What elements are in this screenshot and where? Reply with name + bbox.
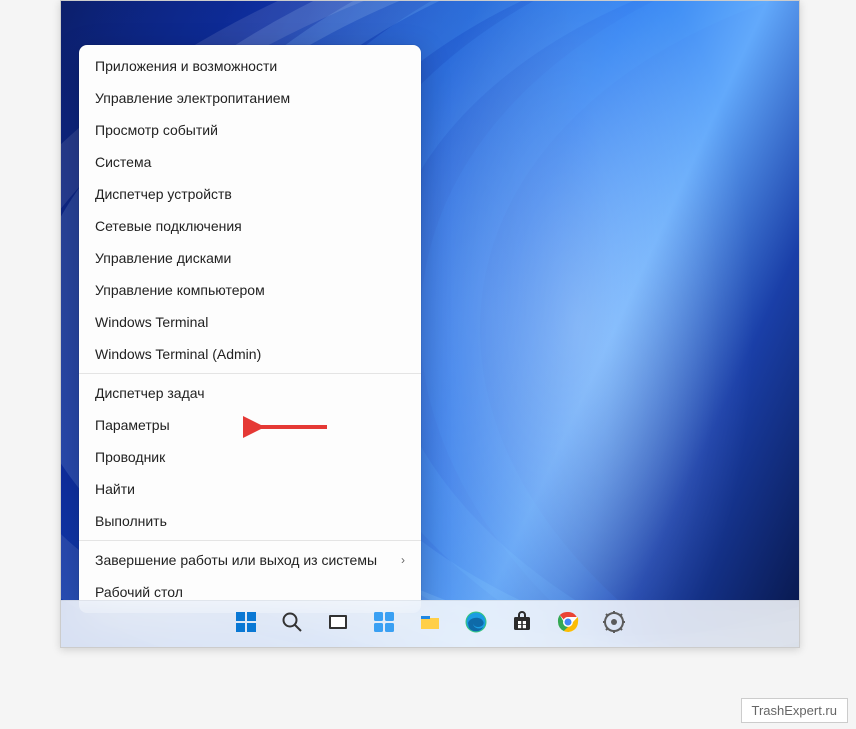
menu-item[interactable]: Система — [79, 146, 421, 178]
menu-item-label: Выполнить — [95, 513, 167, 529]
task-view-button[interactable] — [318, 604, 358, 644]
menu-item-label: Управление компьютером — [95, 282, 265, 298]
store-button[interactable] — [502, 604, 542, 644]
chrome-button[interactable] — [548, 604, 588, 644]
search-icon — [280, 610, 304, 639]
menu-item-label: Рабочий стол — [95, 584, 183, 600]
menu-item[interactable]: Параметры — [79, 409, 421, 441]
menu-item[interactable]: Управление компьютером — [79, 274, 421, 306]
menu-item[interactable]: Диспетчер устройств — [79, 178, 421, 210]
widgets-button[interactable] — [364, 604, 404, 644]
menu-item-label: Проводник — [95, 449, 165, 465]
menu-item[interactable]: Управление электропитанием — [79, 82, 421, 114]
menu-item[interactable]: Windows Terminal (Admin) — [79, 338, 421, 370]
edge-icon — [464, 610, 488, 639]
settings-icon — [602, 610, 626, 639]
menu-item-label: Завершение работы или выход из системы — [95, 552, 377, 568]
start-icon — [234, 610, 258, 639]
menu-item-label: Диспетчер задач — [95, 385, 205, 401]
chevron-right-icon: › — [401, 553, 405, 567]
menu-item-label: Управление дисками — [95, 250, 231, 266]
menu-item-label: Параметры — [95, 417, 170, 433]
store-icon — [510, 610, 534, 639]
widgets-icon — [372, 610, 396, 639]
menu-item[interactable]: Проводник — [79, 441, 421, 473]
task-view-icon — [326, 610, 350, 639]
menu-item-label: Приложения и возможности — [95, 58, 277, 74]
screenshot-frame: Приложения и возможности Управление элект… — [60, 0, 800, 648]
menu-item[interactable]: Диспетчер задач — [79, 377, 421, 409]
menu-item[interactable]: Найти — [79, 473, 421, 505]
menu-item[interactable]: Выполнить — [79, 505, 421, 537]
edge-button[interactable] — [456, 604, 496, 644]
chrome-icon — [556, 610, 580, 639]
menu-separator — [79, 540, 421, 541]
menu-item[interactable]: Windows Terminal — [79, 306, 421, 338]
menu-item[interactable]: Управление дисками — [79, 242, 421, 274]
menu-item-label: Windows Terminal (Admin) — [95, 346, 261, 362]
menu-item-label: Управление электропитанием — [95, 90, 290, 106]
menu-item-label: Найти — [95, 481, 135, 497]
menu-item[interactable]: Завершение работы или выход из системы › — [79, 544, 421, 576]
menu-item[interactable]: Сетевые подключения — [79, 210, 421, 242]
start-button[interactable] — [226, 604, 266, 644]
menu-item-label: Просмотр событий — [95, 122, 218, 138]
file-explorer-button[interactable] — [410, 604, 450, 644]
menu-item[interactable]: Приложения и возможности — [79, 50, 421, 82]
search-button[interactable] — [272, 604, 312, 644]
file-explorer-icon — [418, 610, 442, 639]
settings-button[interactable] — [594, 604, 634, 644]
menu-item-label: Сетевые подключения — [95, 218, 242, 234]
menu-item-label: Система — [95, 154, 151, 170]
menu-item-label: Windows Terminal — [95, 314, 208, 330]
menu-separator — [79, 373, 421, 374]
taskbar — [61, 600, 799, 647]
winx-context-menu: Приложения и возможности Управление элект… — [79, 45, 421, 613]
watermark: TrashExpert.ru — [741, 698, 849, 723]
menu-item[interactable]: Просмотр событий — [79, 114, 421, 146]
menu-item-label: Диспетчер устройств — [95, 186, 232, 202]
